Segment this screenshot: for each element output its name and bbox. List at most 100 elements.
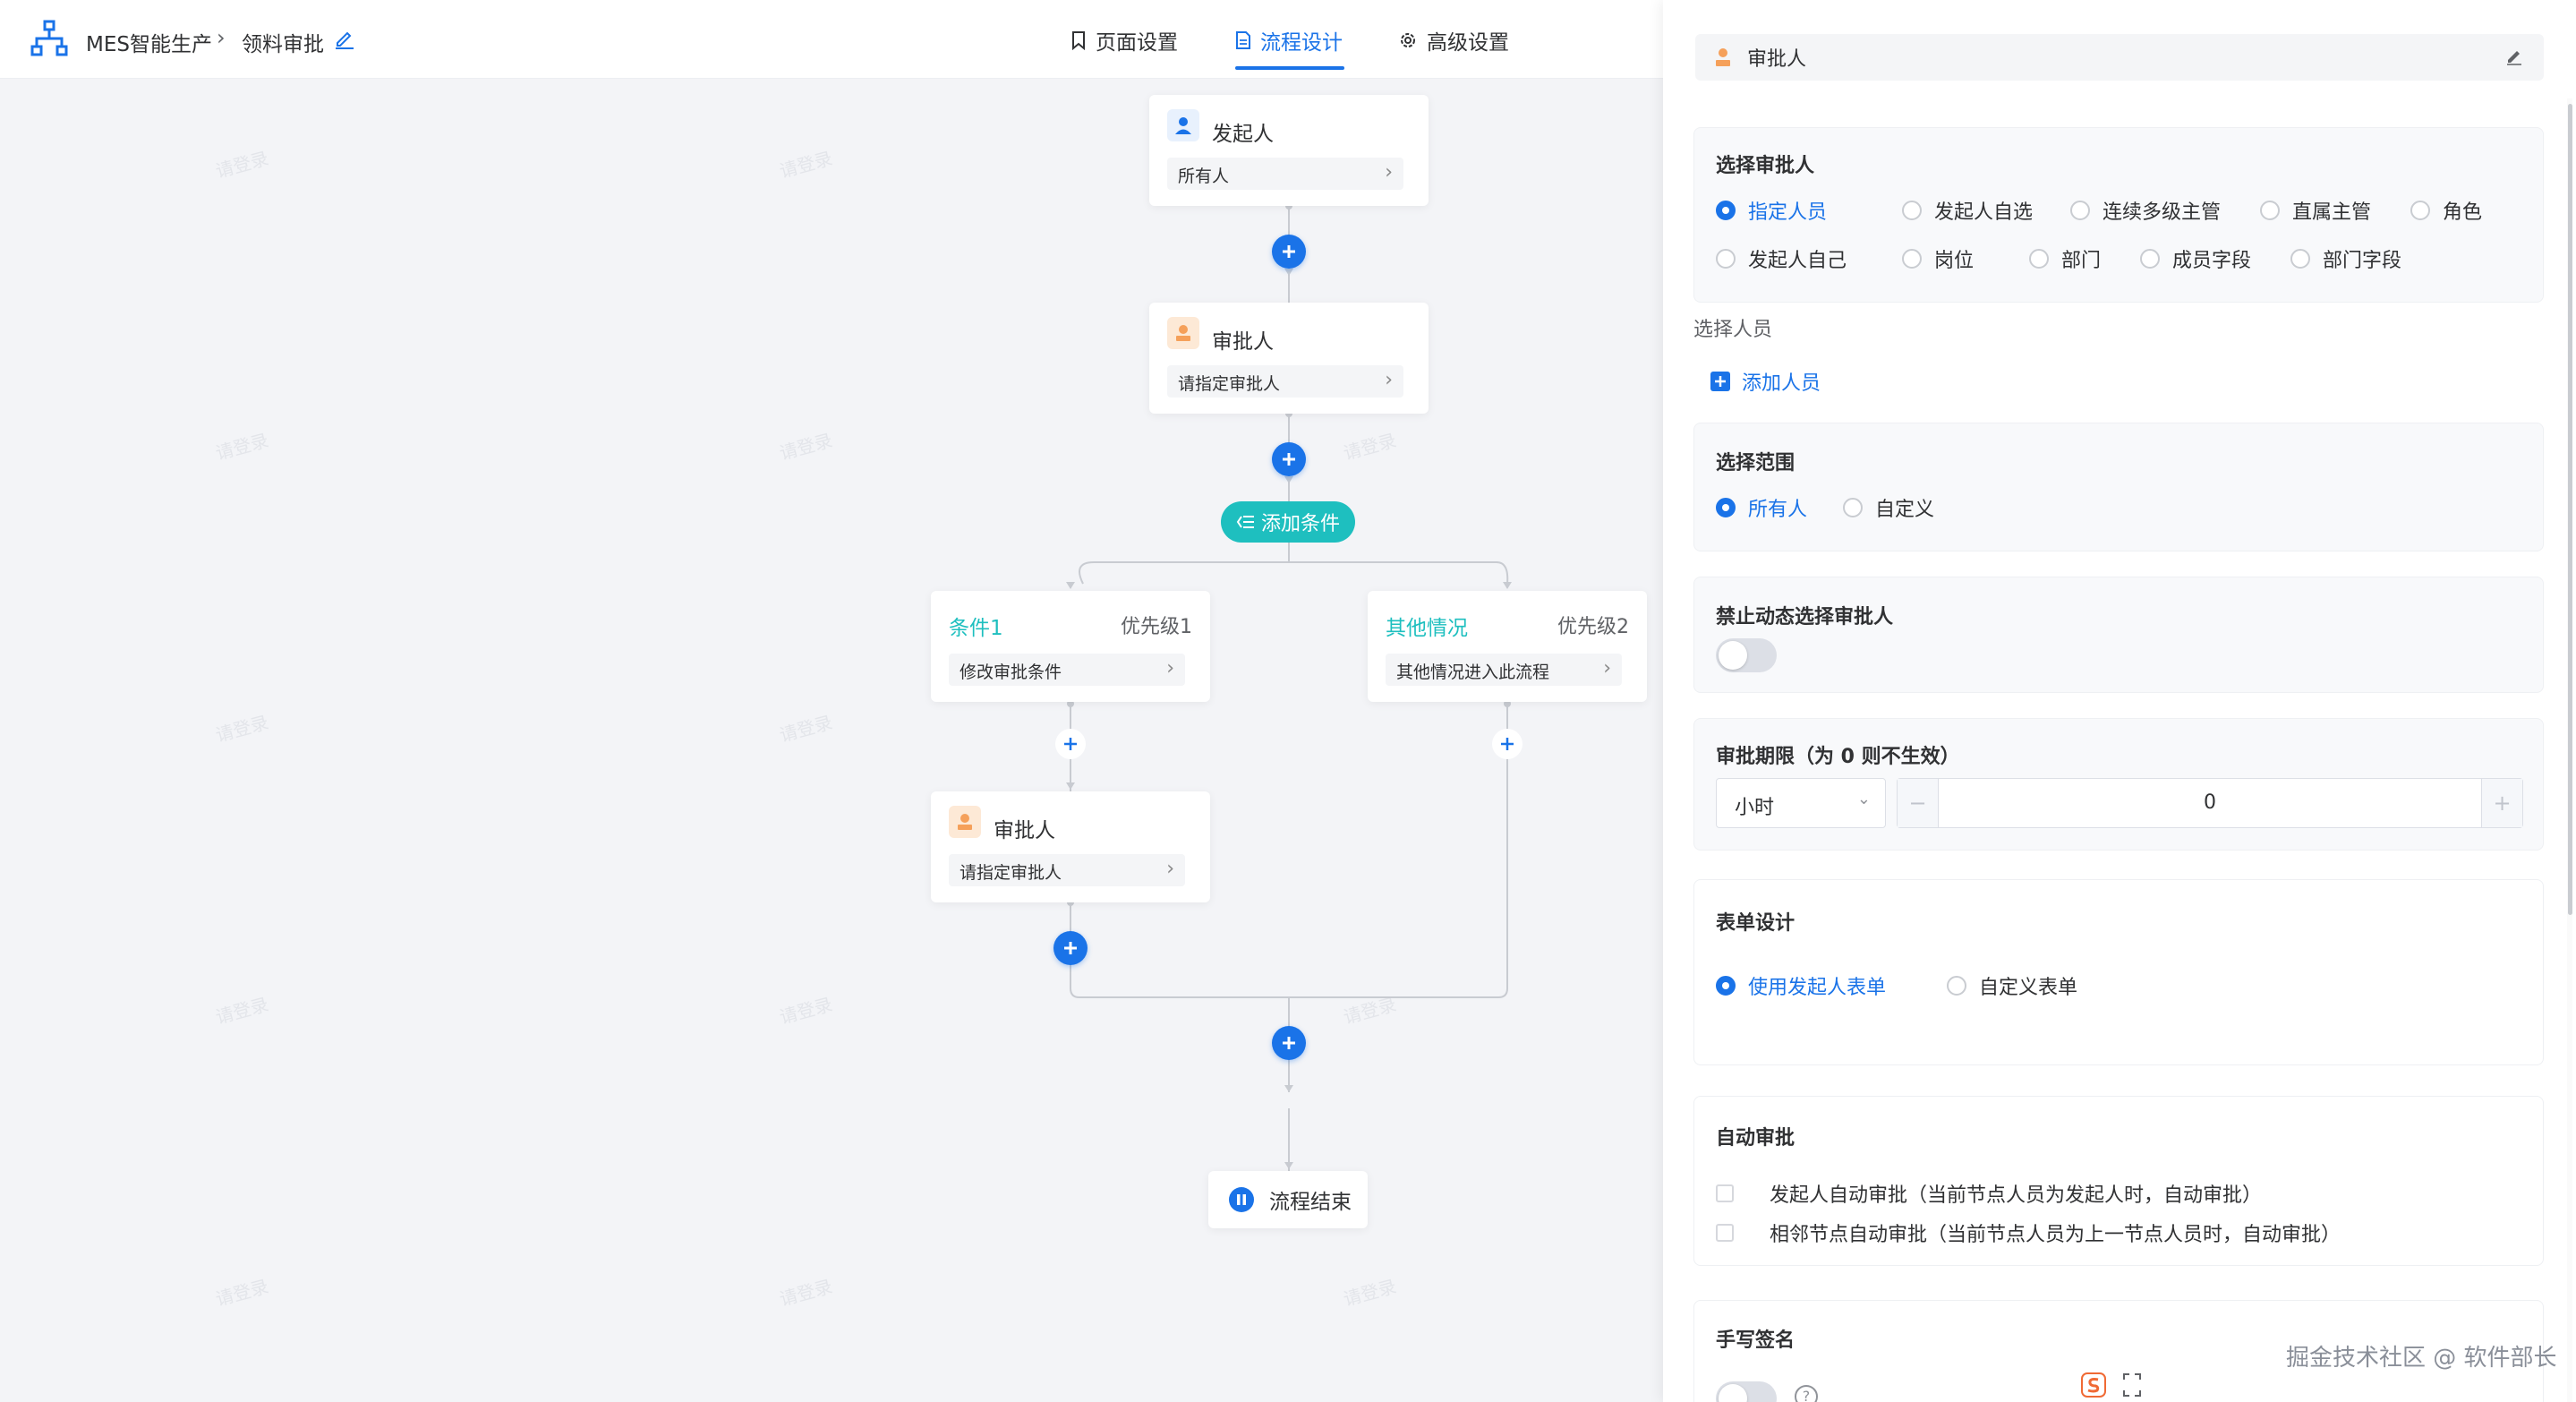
radio-label: 部门字段 — [2323, 250, 2402, 272]
section-title: 禁止动态选择审批人 — [1716, 606, 1894, 628]
radio-label: 自定义 — [1875, 499, 1935, 521]
node-summary[interactable]: 请指定审批人 › — [949, 854, 1185, 886]
condition-name[interactable]: 其他情况 — [1386, 611, 1468, 641]
node-summary-text: 请指定审批人 — [1178, 374, 1281, 394]
radio-label: 使用发起人表单 — [1748, 977, 1887, 999]
deadline-value[interactable]: 0 — [1939, 791, 2481, 814]
section-title: 表单设计 — [1716, 912, 1796, 935]
pencil-icon[interactable] — [2504, 47, 2524, 66]
node-summary[interactable]: 请指定审批人 › — [1167, 365, 1403, 398]
breadcrumb-app[interactable]: MES智能生产 — [86, 27, 212, 57]
flow-canvas[interactable]: 请登录 请登录 请登录 请登录 请登录 请登录 请登录 请登录 请登录 请登录 … — [0, 79, 1663, 1402]
org-chart-icon — [30, 20, 68, 56]
radio-label: 角色 — [2443, 201, 2483, 224]
add-node-button[interactable] — [1272, 235, 1306, 269]
radio-label: 连续多级主管 — [2103, 201, 2222, 224]
deadline-unit-select[interactable]: 小时 ⌄ — [1716, 778, 1886, 828]
section-title: 选择审批人 — [1716, 155, 1815, 177]
scrollbar-thumb[interactable] — [2568, 104, 2572, 915]
radio-department-field[interactable]: 部门字段 — [2290, 244, 2401, 273]
panel-title-bar[interactable]: 审批人 — [1695, 34, 2544, 81]
tab-label: 页面设置 — [1096, 31, 1178, 55]
edit-icon[interactable] — [333, 27, 356, 50]
tab-flow-design[interactable]: 流程设计 — [1235, 25, 1343, 56]
node-summary[interactable]: 所有人 › — [1167, 158, 1403, 190]
radio-scope-custom[interactable]: 自定义 — [1843, 493, 1934, 522]
plus-icon — [1283, 1037, 1295, 1049]
pause-icon — [1229, 1187, 1254, 1212]
decrement-button[interactable]: − — [1898, 779, 1939, 827]
tab-page-settings[interactable]: 页面设置 — [1070, 25, 1178, 56]
increment-button[interactable]: + — [2481, 779, 2522, 827]
approver-node[interactable]: 审批人 请指定审批人 › — [1149, 303, 1429, 414]
section-title: 自动审批 — [1716, 1127, 1796, 1150]
section-title: 手写签名 — [1716, 1329, 1796, 1352]
node-summary[interactable]: 其他情况进入此流程 › — [1386, 654, 1622, 686]
add-condition-button[interactable]: 添加条件 — [1221, 501, 1355, 543]
radio-position[interactable]: 岗位 — [1902, 244, 1974, 273]
document-icon — [1236, 31, 1250, 49]
signature-toggle[interactable] — [1716, 1381, 1777, 1402]
radio-specified-person[interactable]: 指定人员 — [1716, 196, 1827, 225]
branch-icon — [1236, 516, 1254, 528]
add-node-button[interactable] — [1053, 931, 1088, 965]
section-title: 选择范围 — [1716, 452, 1796, 474]
approver-node[interactable]: 审批人 请指定审批人 › — [931, 791, 1210, 902]
condition-priority: 优先级1 — [1121, 616, 1192, 638]
radio-department[interactable]: 部门 — [2029, 244, 2101, 273]
node-title: 审批人 — [1212, 330, 1274, 354]
condition-node[interactable]: 其他情况 优先级2 其他情况进入此流程 › — [1368, 591, 1647, 702]
add-node-button[interactable] — [1055, 729, 1086, 759]
condition-priority: 优先级2 — [1557, 616, 1629, 638]
plus-icon — [1501, 738, 1514, 750]
condition-name[interactable]: 条件1 — [949, 611, 1003, 641]
radio-label: 岗位 — [1934, 250, 1975, 272]
bookmark-icon — [1072, 31, 1085, 50]
disable-dynamic-section: 禁止动态选择审批人 — [1693, 577, 2544, 693]
chevron-right-icon: › — [1603, 657, 1611, 680]
node-summary-text: 请指定审批人 — [960, 863, 1062, 883]
tab-advanced-settings[interactable]: 高级设置 — [1398, 25, 1509, 56]
radio-member-field[interactable]: 成员字段 — [2140, 244, 2251, 273]
plus-icon — [1064, 942, 1077, 954]
checkbox-label: 相邻节点自动审批（当前节点人员为上一节点人员时，自动审批） — [1770, 1224, 2341, 1246]
radio-use-initiator-form[interactable]: 使用发起人表单 — [1716, 971, 1886, 1000]
node-settings-panel: 审批人 选择审批人 指定人员 发起人自选 连续多级主管 直属主管 角色 发起人自… — [1663, 0, 2576, 1402]
add-condition-label: 添加条件 — [1260, 513, 1340, 535]
radio-direct-manager[interactable]: 直属主管 — [2260, 196, 2371, 225]
plus-square-icon — [1710, 372, 1730, 391]
add-node-button[interactable] — [1272, 442, 1306, 476]
help-icon[interactable]: ? — [1795, 1385, 1818, 1402]
radio-label: 部门 — [2061, 250, 2102, 272]
checkbox-label: 发起人自动审批（当前节点人员为发起人时，自动审批） — [1770, 1184, 2263, 1207]
add-person-button[interactable]: 添加人员 — [1710, 367, 1821, 396]
radio-custom-form[interactable]: 自定义表单 — [1947, 971, 2077, 1000]
disable-dynamic-toggle[interactable] — [1716, 638, 1777, 672]
top-bar: MES智能生产 › 领料审批 页面设置 流程设计 高级设置 — [0, 0, 1663, 79]
deadline-stepper[interactable]: − 0 + — [1897, 778, 2523, 828]
radio-label: 成员字段 — [2172, 250, 2252, 272]
add-node-button[interactable] — [1492, 729, 1523, 759]
radio-initiator-choose[interactable]: 发起人自选 — [1902, 196, 2033, 225]
checkbox-initiator-auto-approve[interactable]: 发起人自动审批（当前节点人员为发起人时，自动审批） — [1716, 1179, 2262, 1208]
node-summary[interactable]: 修改审批条件 › — [949, 654, 1185, 686]
node-summary-text: 修改审批条件 — [960, 663, 1062, 682]
add-node-button[interactable] — [1272, 1026, 1306, 1060]
start-node[interactable]: 发起人 所有人 › — [1149, 95, 1429, 206]
node-summary-text: 其他情况进入此流程 — [1396, 663, 1550, 682]
breadcrumb-form: 领料审批 — [242, 33, 324, 56]
chevron-right-icon: › — [1385, 161, 1393, 184]
scan-icon — [2123, 1373, 2141, 1397]
select-approver-section: 选择审批人 指定人员 发起人自选 连续多级主管 直属主管 角色 发起人自己 岗位… — [1693, 127, 2544, 303]
radio-multilevel-manager[interactable]: 连续多级主管 — [2070, 196, 2221, 225]
end-node: 流程结束 — [1208, 1171, 1368, 1228]
chevron-right-icon: › — [1166, 858, 1174, 880]
radio-label: 发起人自己 — [1748, 250, 1847, 272]
radio-role[interactable]: 角色 — [2410, 196, 2482, 225]
gear-icon — [1401, 33, 1415, 47]
radio-initiator-self[interactable]: 发起人自己 — [1716, 244, 1847, 273]
add-person-label: 添加人员 — [1742, 372, 1821, 395]
radio-scope-all[interactable]: 所有人 — [1716, 493, 1807, 522]
checkbox-adjacent-auto-approve[interactable]: 相邻节点自动审批（当前节点人员为上一节点人员时，自动审批） — [1716, 1218, 2341, 1247]
condition-node[interactable]: 条件1 优先级1 修改审批条件 › — [931, 591, 1210, 702]
